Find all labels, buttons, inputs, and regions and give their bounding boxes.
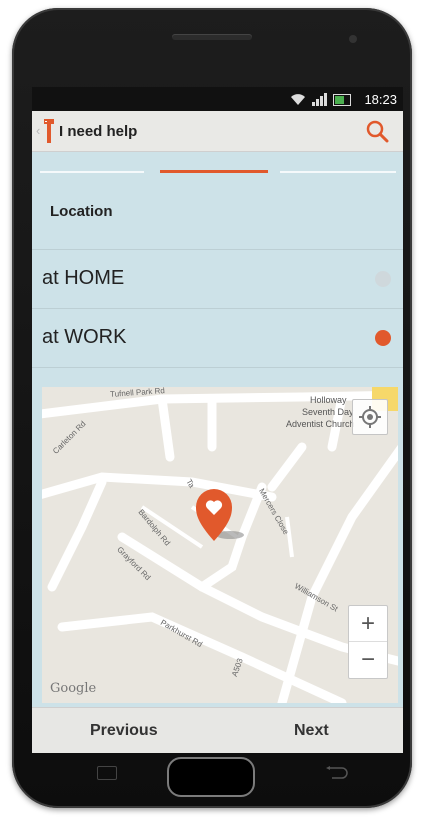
- option-at-work[interactable]: at WORK: [32, 309, 403, 368]
- option-at-home[interactable]: at HOME: [32, 250, 403, 309]
- tab-indicator-1[interactable]: [40, 171, 144, 173]
- map-label-holloway-2: Seventh Day: [302, 407, 354, 417]
- map-label-holloway-3: Adventist Church: [286, 419, 355, 429]
- map-pin-heart-icon[interactable]: [192, 485, 252, 545]
- previous-button[interactable]: Previous: [90, 722, 158, 740]
- section-title: Location: [50, 203, 113, 220]
- zoom-in-button[interactable]: +: [349, 606, 387, 642]
- location-section-header: Location: [32, 179, 403, 250]
- status-bar: 18:23: [32, 87, 403, 111]
- crosshair-icon: [359, 406, 381, 428]
- front-camera: [349, 35, 357, 43]
- radio-indicator-unselected[interactable]: [375, 271, 391, 287]
- back-chevron-icon[interactable]: ‹: [36, 123, 40, 138]
- page-indicator-tabs: [32, 151, 403, 179]
- zoom-out-button[interactable]: −: [349, 642, 387, 677]
- phone-screen: 18:23 ‹ I need help Location at HOME at …: [32, 87, 403, 753]
- bottom-navigation-bar: Previous Next: [32, 707, 403, 753]
- app-bar: ‹ I need help: [32, 111, 403, 152]
- map-label-holloway-1: Holloway: [310, 395, 347, 405]
- tab-indicator-2-active[interactable]: [160, 170, 268, 173]
- status-time: 18:23: [364, 92, 397, 107]
- my-location-button[interactable]: [352, 399, 388, 435]
- status-icons: [290, 92, 351, 106]
- option-label: at WORK: [42, 326, 127, 348]
- location-map[interactable]: Tufnell Park Rd Carleton Rd Holloway Sev…: [42, 387, 398, 703]
- map-attribution: Google: [50, 681, 97, 696]
- app-title: I need help: [59, 123, 138, 140]
- home-hardware-key[interactable]: [167, 757, 255, 797]
- radio-indicator-selected[interactable]: [375, 330, 391, 346]
- wifi-icon: [291, 94, 305, 105]
- earpiece-speaker: [172, 34, 252, 40]
- option-label: at HOME: [42, 267, 125, 289]
- tab-indicator-3[interactable]: [280, 171, 396, 173]
- help-logo-icon: [44, 119, 54, 143]
- back-hardware-key-icon[interactable]: [326, 766, 348, 780]
- signal-icon: [312, 93, 327, 106]
- map-canvas: [42, 387, 398, 703]
- zoom-controls: + −: [348, 605, 388, 679]
- next-button[interactable]: Next: [294, 722, 329, 740]
- menu-hardware-key[interactable]: [97, 766, 117, 780]
- search-icon[interactable]: [365, 119, 389, 143]
- battery-icon: [333, 94, 351, 106]
